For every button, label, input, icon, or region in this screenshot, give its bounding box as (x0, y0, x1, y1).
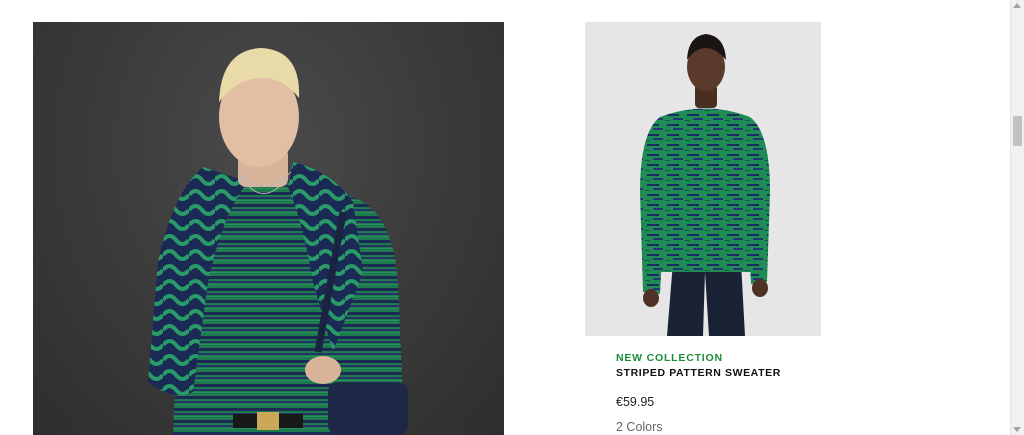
editorial-image[interactable] (33, 22, 504, 435)
scroll-down-arrow-icon[interactable] (1013, 427, 1021, 432)
page-content: NEW COLLECTION STRIPED PATTERN SWEATER €… (0, 0, 1010, 435)
scroll-up-arrow-icon[interactable] (1013, 3, 1021, 8)
new-collection-badge: NEW COLLECTION (616, 352, 723, 364)
product-price: €59.95 (616, 395, 655, 409)
vertical-scrollbar[interactable] (1010, 0, 1024, 435)
color-count-link[interactable]: 2 Colors (616, 420, 821, 435)
product-image[interactable] (585, 22, 821, 336)
product-name[interactable]: STRIPED PATTERN SWEATER (616, 366, 821, 380)
scrollbar-thumb[interactable] (1013, 116, 1022, 146)
product-info: NEW COLLECTION STRIPED PATTERN SWEATER €… (616, 352, 821, 435)
product-card[interactable]: NEW COLLECTION STRIPED PATTERN SWEATER €… (585, 22, 821, 435)
